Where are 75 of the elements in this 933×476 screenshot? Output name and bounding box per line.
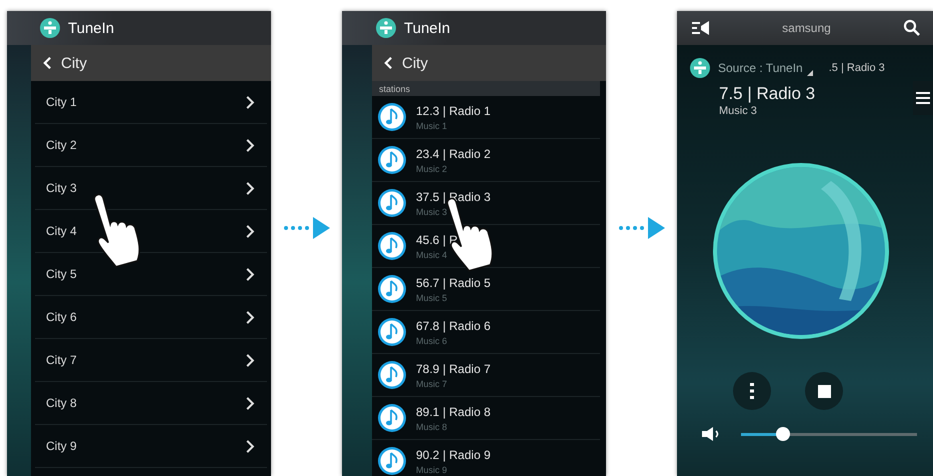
chevron-right-icon	[245, 352, 255, 368]
dropdown-corner-icon	[806, 70, 813, 76]
station-title: 78.9 | Radio 7	[416, 362, 491, 376]
playlist-icon[interactable]	[692, 19, 710, 37]
menu-button[interactable]	[913, 81, 933, 115]
station-title: 12.3 | Radio 1	[416, 104, 491, 118]
music-note-icon	[377, 446, 407, 476]
tunein-logo-icon	[690, 58, 710, 78]
section-header: stations	[372, 81, 600, 96]
station-subtitle: Music 8	[416, 422, 448, 432]
search-icon[interactable]	[902, 19, 921, 37]
station-list-item[interactable]: 56.7 | Radio 5 Music 5	[372, 268, 600, 311]
track-title: 7.5 | Radio 3	[719, 84, 816, 104]
city-list-item[interactable]: City 2	[35, 124, 267, 167]
chevron-right-icon	[245, 180, 255, 196]
station-subtitle: Music 9	[416, 464, 448, 474]
station-title: 37.5 | Radio 3	[416, 190, 491, 204]
menu-icon	[916, 92, 930, 104]
station-title: 56.7 | Radio 5	[416, 276, 491, 290]
city-list-item[interactable]: City 8	[35, 382, 267, 425]
station-list-item[interactable]: 89.1 | Radio 8 Music 8	[372, 397, 600, 440]
back-header[interactable]: City	[372, 45, 606, 81]
music-note-icon	[377, 102, 407, 132]
track-subtitle: Music 3	[719, 105, 758, 117]
station-list-item[interactable]: 12.3 | Radio 1 Music 1	[372, 96, 600, 139]
stop-button[interactable]	[805, 372, 843, 410]
station-subtitle: Music 7	[416, 378, 448, 388]
station-title: 89.1 | Radio 8	[416, 404, 491, 418]
station-title: 23.4 | Radio 2	[416, 146, 491, 160]
more-button[interactable]	[733, 372, 771, 410]
back-header[interactable]: City	[31, 45, 271, 81]
slider-thumb[interactable]	[776, 427, 790, 441]
arrow-icon	[283, 217, 330, 239]
chevron-right-icon	[245, 94, 255, 110]
station-list-item[interactable]: 78.9 | Radio 7 Music 7	[372, 354, 600, 397]
device-name: samsung	[782, 21, 831, 35]
station-list-item[interactable]: 90.2 | Radio 9 Music 9	[372, 440, 600, 476]
chevron-right-icon	[245, 310, 255, 324]
source-dropdown[interactable]: Source : TuneIn	[718, 61, 803, 75]
station-subtitle: Music 3	[416, 206, 448, 216]
app-title: TuneIn	[404, 20, 450, 36]
music-note-icon	[377, 403, 407, 433]
music-note-icon	[377, 274, 407, 304]
city-list-item[interactable]: City 1	[35, 81, 267, 124]
station-subtitle: Music 2	[416, 164, 448, 174]
stop-icon	[818, 384, 830, 398]
station-list-item[interactable]: 23.4 | Radio 2 Music 2	[372, 139, 600, 182]
station-subtitle: Music 5	[416, 292, 448, 302]
music-note-icon	[377, 231, 407, 261]
city-list-item[interactable]: City 6	[35, 296, 267, 339]
station-list-item[interactable]: 67.8 | Radio 6 Music 6	[372, 311, 600, 354]
tunein-logo-icon	[376, 18, 396, 38]
station-title: 90.2 | Radio 9	[416, 448, 491, 462]
chevron-right-icon	[245, 138, 255, 152]
city-list-item[interactable]: City 9	[35, 425, 267, 468]
more-icon	[750, 383, 754, 399]
chevron-right-icon	[245, 224, 255, 238]
station-subtitle: Music 4	[416, 250, 448, 260]
music-note-icon	[377, 360, 407, 390]
chevron-right-icon	[245, 438, 255, 454]
station-subtitle: Music 6	[416, 336, 448, 346]
music-note-icon	[377, 317, 407, 347]
music-note-icon	[377, 145, 407, 175]
back-icon	[43, 56, 52, 70]
arrow-icon	[618, 217, 665, 239]
chevron-right-icon	[245, 266, 255, 282]
city-list-item[interactable]: City 7	[35, 339, 267, 382]
station-title: 67.8 | Radio 6	[416, 318, 491, 332]
station-subtitle: Music 1	[416, 120, 448, 130]
tunein-logo-icon	[40, 18, 60, 38]
app-title: TuneIn	[68, 20, 114, 36]
music-note-icon	[377, 188, 407, 218]
now-playing-ticker: .5 | Radio 3	[828, 62, 885, 74]
back-icon	[384, 56, 393, 70]
chevron-right-icon	[245, 396, 255, 410]
